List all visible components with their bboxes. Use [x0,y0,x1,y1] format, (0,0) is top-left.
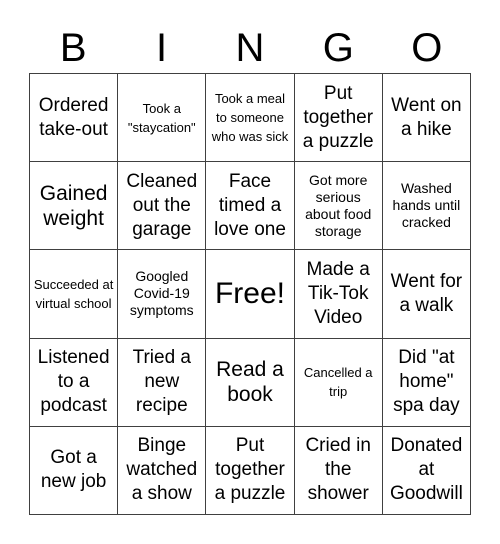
bingo-cell[interactable]: Put together a puzzle [206,426,295,515]
bingo-cell[interactable]: Took a "staycation" [118,74,207,163]
bingo-cell-label: Listened to a podcast [37,347,110,417]
bingo-cell-label: Read a book [216,358,284,407]
bingo-cell[interactable]: Succeeded at virtual school [30,250,119,339]
bingo-cell[interactable]: Donated at Goodwill [382,426,471,515]
bingo-cell[interactable]: Took a meal to someone who was sick [206,74,295,163]
bingo-cell-label: Free! [214,276,285,310]
bingo-cell-label: Cancelled a trip [303,365,373,400]
header-letter-b: B [59,26,87,70]
bingo-cell[interactable]: Cried in the shower [294,426,383,515]
bingo-cell-label: Ordered take-out [38,94,109,140]
bingo-grid: Ordered take-out Took a "staycation" Took … [29,73,471,515]
bingo-cell[interactable]: Cleaned out the garage [118,162,207,251]
bingo-cell-label: Gained weight [39,181,108,230]
bingo-cell-label: Succeeded at virtual school [33,276,114,311]
bingo-cell-free[interactable]: Free! [206,250,295,339]
header-letter-i: I [156,26,168,70]
bingo-cell-label: Tried a new recipe [132,347,191,417]
bingo-cell-label: Cried in the shower [305,435,371,505]
bingo-cell-label: Took a meal to someone who was sick [211,91,289,145]
bingo-cell-label: Washed hands until cracked [392,180,461,231]
bingo-cell[interactable]: Binge watched a show [118,426,207,515]
bingo-cell[interactable]: Tried a new recipe [118,338,207,427]
bingo-cell[interactable]: Ordered take-out [30,74,119,163]
bingo-cell-label: Went for a walk [390,270,463,316]
bingo-cell-label: Googled Covid-19 symptoms [129,268,194,319]
bingo-cell-label: Put together a puzzle [302,82,374,152]
bingo-cell-label: Did "at home" spa day [393,347,460,417]
bingo-cell-label: Took a "staycation" [127,100,196,135]
bingo-cell[interactable]: Read a book [206,338,295,427]
bingo-cell[interactable]: Went on a hike [382,74,471,163]
bingo-cell-label: Binge watched a show [126,435,198,505]
bingo-cell-label: Got more serious about food storage [305,171,372,239]
bingo-cell-label: Got a new job [40,447,107,493]
bingo-cell-label: Went on a hike [391,94,462,140]
bingo-cell[interactable]: Listened to a podcast [30,338,119,427]
bingo-cell[interactable]: Googled Covid-19 symptoms [118,250,207,339]
bingo-cell[interactable]: Put together a puzzle [294,74,383,163]
header-letter-g: G [322,26,354,70]
bingo-cell-label: Put together a puzzle [214,435,286,505]
bingo-cell-label: Cleaned out the garage [126,170,198,240]
bingo-cell[interactable]: Made a Tik-Tok Video [294,250,383,339]
bingo-cell-label: Made a Tik-Tok Video [306,258,370,328]
bingo-cell-label: Donated at Goodwill [389,435,463,505]
bingo-cell[interactable]: Got a new job [30,426,119,515]
header-letter-o: O [411,26,443,70]
bingo-cell[interactable]: Cancelled a trip [294,338,383,427]
bingo-cell[interactable]: Face timed a love one [206,162,295,251]
bingo-cell[interactable]: Washed hands until cracked [382,162,471,251]
bingo-cell[interactable]: Got more serious about food storage [294,162,383,251]
bingo-cell-label: Face timed a love one [214,170,286,240]
bingo-cell[interactable]: Went for a walk [382,250,471,339]
bingo-cell[interactable]: Did "at home" spa day [382,338,471,427]
bingo-cell[interactable]: Gained weight [30,162,119,251]
header-letter-n: N [235,26,265,70]
bingo-header: B I N G O [29,24,471,72]
